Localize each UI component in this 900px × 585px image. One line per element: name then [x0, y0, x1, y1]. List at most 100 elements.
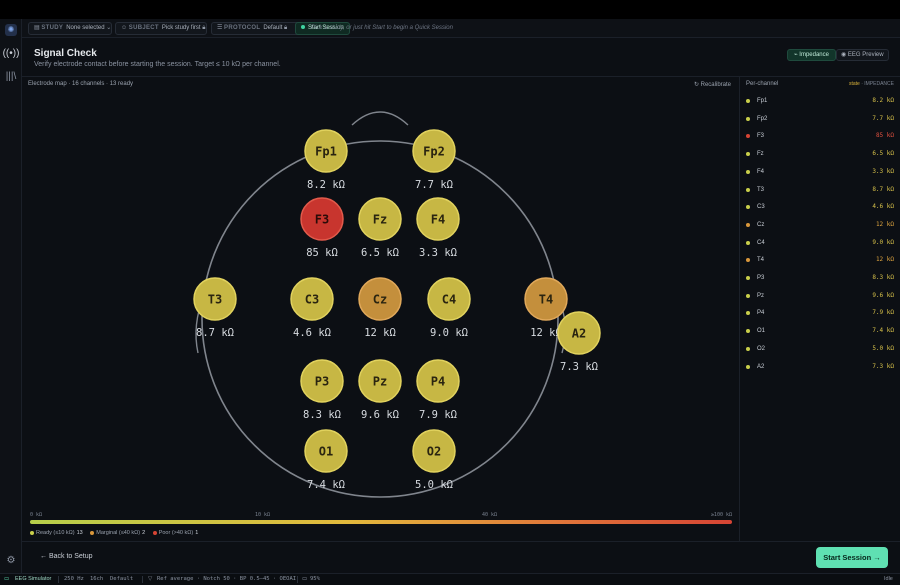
channel-name: A2 [757, 363, 765, 370]
electrode-name: O2 [427, 445, 441, 459]
legend-poor: Poor (>40 kΩ) 1 [152, 530, 198, 536]
electrode-impedance: 7.4 kΩ [307, 479, 345, 491]
electrode-p4[interactable]: P4 7.9 kΩ [416, 359, 460, 421]
electrode-name: Pz [373, 375, 387, 389]
electrode-name: F4 [431, 213, 445, 227]
electrode-impedance: 12 kΩ [364, 327, 396, 339]
channel-row-f3[interactable]: F3 85 kΩ [746, 131, 896, 141]
channel-impedance: 7.3 kΩ [872, 362, 894, 370]
channel-impedance: 9.0 kΩ [872, 238, 894, 246]
electrode-fp1[interactable]: Fp1 8.2 kΩ [304, 129, 348, 191]
subject-icon: ☺ [121, 25, 129, 31]
channel-row-cz[interactable]: Cz 12 kΩ [746, 220, 896, 230]
impedance-scale-ticks: 0 kΩ 10 kΩ 40 kΩ ≥100 kΩ [30, 512, 732, 520]
lock-icon: 🔒︎ [284, 25, 288, 31]
channel-row-p3[interactable]: P3 8.3 kΩ [746, 273, 896, 283]
channel-row-a2[interactable]: A2 7.3 kΩ [746, 362, 896, 372]
eye-icon: ◉ [841, 52, 848, 58]
electrode-fz[interactable]: Fz 6.5 kΩ [358, 197, 402, 259]
electrode-a2[interactable]: A2 7.3 kΩ [557, 311, 601, 373]
channel-row-pz[interactable]: Pz 9.6 kΩ [746, 291, 896, 301]
electrode-name: O1 [319, 445, 333, 459]
channel-row-fp2[interactable]: Fp2 7.7 kΩ [746, 114, 896, 124]
filter-settings: Ref average · Notch 50 · BP 0.5–45 · OEO… [157, 576, 297, 582]
channel-name: Cz [757, 221, 765, 228]
channel-name: Pz [757, 292, 765, 299]
electrode-name: A2 [572, 327, 586, 341]
electrode-o2[interactable]: O2 5.0 kΩ [412, 429, 456, 491]
app-logo-icon: ✺ [5, 24, 17, 36]
electrode-fp2[interactable]: Fp2 7.7 kΩ [412, 129, 456, 191]
subject-selector[interactable]: ☺ SUBJECT Pick study first 🔒︎ [115, 22, 207, 35]
electrode-f4[interactable]: F4 3.3 kΩ [416, 197, 460, 259]
chevron-down-icon: ⌄ [106, 25, 112, 31]
electrode-name: P4 [431, 375, 445, 389]
per-channel-header: Per-channel state · IMPEDANCE [746, 81, 894, 87]
page-subtitle: Verify electrode contact before starting… [34, 61, 281, 68]
channel-status-dot [746, 152, 750, 157]
electrode-impedance: 7.3 kΩ [560, 361, 598, 373]
study-selector[interactable]: ▤ STUDY None selected ⌄ [28, 22, 112, 35]
protocol-icon: ☰ [217, 25, 225, 31]
electrode-f3[interactable]: F3 85 kΩ [300, 197, 344, 259]
electrode-impedance: 85 kΩ [306, 247, 338, 259]
protocol-selector[interactable]: ☰ PROTOCOL Default 🔒︎ [211, 22, 305, 35]
electrode-impedance: 7.9 kΩ [419, 409, 457, 421]
channel-status-dot [746, 346, 750, 351]
channel-row-p4[interactable]: P4 7.9 kΩ [746, 308, 896, 318]
status-bar: ▭ EEG Simulator 250 Hz 16ch Default ▽ Re… [0, 573, 900, 585]
electrode-pz[interactable]: Pz 9.6 kΩ [358, 359, 402, 421]
start-session-button[interactable]: Start Session → [816, 547, 888, 568]
channel-row-o1[interactable]: O1 7.4 kΩ [746, 326, 896, 336]
channel-row-t4[interactable]: T4 12 kΩ [746, 255, 896, 265]
battery-icon: ▭ [302, 576, 308, 582]
channel-row-fz[interactable]: Fz 6.5 kΩ [746, 149, 896, 159]
per-channel-panel: Per-channel state · IMPEDANCE Fp1 8.2 kΩ F… [740, 76, 900, 541]
tab-eeg-preview[interactable]: ◉ EEG Preview [836, 49, 889, 61]
channel-impedance: 8.2 kΩ [872, 97, 894, 104]
channel-name: F3 [757, 133, 765, 140]
channel-name: T3 [757, 186, 765, 193]
legend-marginal: Marginal (≤40 kΩ) 2 [90, 530, 145, 536]
channel-row-fp1[interactable]: Fp1 8.2 kΩ [746, 96, 896, 106]
channel-name: P3 [757, 275, 765, 281]
scale-tick: 40 kΩ [482, 512, 498, 518]
impedance-gradient-bar [30, 520, 732, 524]
electrode-impedance: 7.7 kΩ [415, 179, 453, 191]
tab-impedance[interactable]: ⌁ Impedance [787, 49, 836, 61]
channel-status-dot [746, 329, 750, 334]
electrode-name: Fp1 [315, 145, 337, 159]
channel-row-c3[interactable]: C3 4.6 kΩ [746, 202, 896, 212]
electrode-name: T3 [208, 293, 222, 307]
electrode-t3[interactable]: T3 8.7 kΩ [193, 277, 237, 339]
channel-status-dot [746, 222, 750, 227]
impedance-legend: Ready (≤10 kΩ) 13 Marginal (≤40 kΩ) 2 Poor… [30, 530, 204, 536]
head-map: Fp1 8.2 kΩ Fp2 7.7 kΩ F3 85 kΩ Fz 6.5 kΩ F4 3.3 k… [193, 111, 601, 498]
legend-ready: Ready (≤10 kΩ) 13 [30, 530, 83, 536]
channel-row-f4[interactable]: F4 3.3 kΩ [746, 167, 896, 177]
electrode-o1[interactable]: O1 7.4 kΩ [304, 429, 348, 491]
electrode-name: Fp2 [423, 145, 445, 159]
channel-name: O1 [757, 328, 766, 335]
session-toolbar: ▤ STUDY None selected ⌄ ☺ SUBJECT Pick stu… [22, 19, 900, 38]
channel-row-t3[interactable]: T3 8.7 kΩ [746, 185, 896, 195]
channel-row-c4[interactable]: C4 9.0 kΩ [746, 238, 896, 248]
electrode-cz[interactable]: Cz 12 kΩ [358, 277, 402, 339]
electrode-c4[interactable]: C4 9.0 kΩ [427, 277, 471, 339]
channel-name: P4 [757, 310, 765, 317]
montage: Default [110, 576, 134, 582]
back-to-setup-button[interactable]: ← Back to Setup [40, 553, 93, 560]
signal-icon[interactable]: ((•)) [0, 48, 22, 59]
channel-name: C3 [757, 204, 765, 211]
footer-bar [22, 541, 900, 573]
electrode-c3[interactable]: C3 4.6 kΩ [290, 277, 334, 339]
channel-status-dot [746, 205, 750, 210]
library-icon[interactable]: |||\ [0, 71, 22, 82]
electrode-p3[interactable]: P3 8.3 kΩ [300, 359, 344, 421]
battery-level: 95% [310, 576, 320, 582]
gear-icon[interactable]: ⚙ [0, 555, 22, 566]
electrode-impedance: 5.0 kΩ [415, 479, 453, 491]
channel-row-o2[interactable]: O2 5.0 kΩ [746, 344, 896, 354]
channel-impedance: 7.9 kΩ [872, 309, 894, 317]
toolbar-hint: Pick a study, or just hit Start to begin… [311, 25, 453, 31]
